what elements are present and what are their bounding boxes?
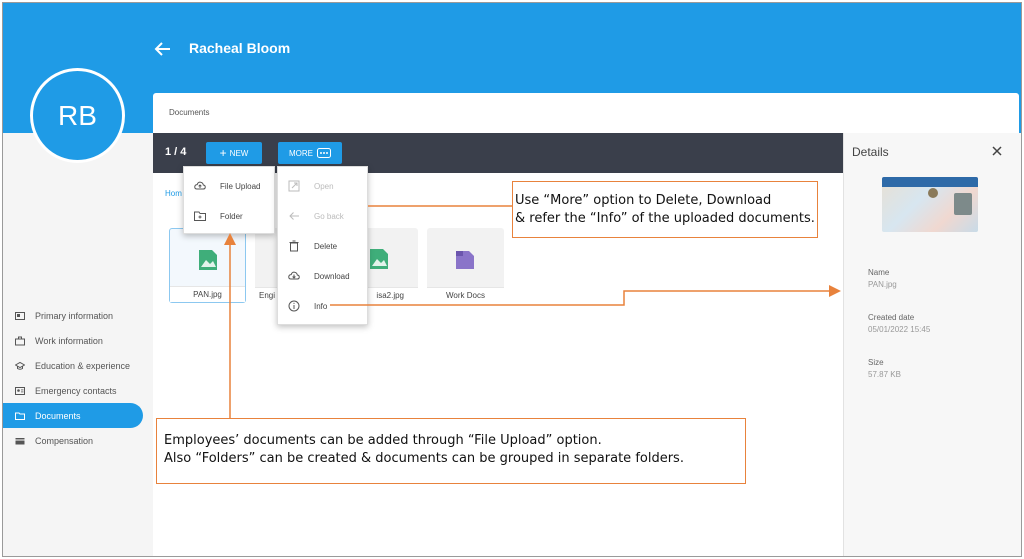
- more-button[interactable]: MORE: [278, 142, 342, 164]
- sidebar-item-label: Work information: [35, 335, 103, 346]
- more-dots-icon: [317, 148, 331, 158]
- detail-size-value: 57.87 KB: [868, 370, 901, 379]
- file-tile-pan[interactable]: PAN.jpg: [169, 228, 246, 303]
- sidebar-item-compensation[interactable]: Compensation: [3, 428, 153, 453]
- menu-item-label: Delete: [314, 241, 338, 251]
- sidebar-nav: Primary information Work information Edu…: [3, 303, 153, 453]
- detail-created-label: Created date: [868, 313, 915, 322]
- menu-item-download[interactable]: Download: [278, 261, 367, 291]
- thumbnail-photo: [954, 193, 972, 215]
- trash-icon: [289, 240, 299, 252]
- thumbnail-emblem: [928, 188, 938, 198]
- file-name: Work Docs: [427, 287, 504, 303]
- menu-item-delete[interactable]: Delete: [278, 231, 367, 261]
- folder-file-icon: [456, 251, 474, 269]
- callout-more-option: Use “More” option to Delete, Download & …: [512, 181, 818, 238]
- cloud-download-icon: [288, 271, 300, 280]
- avatar-initials: RB: [58, 99, 97, 131]
- employee-name: Racheal Bloom: [189, 40, 291, 56]
- sidebar: Primary information Work information Edu…: [3, 133, 153, 556]
- sidebar-item-documents[interactable]: Documents: [3, 403, 143, 428]
- plus-icon: +: [219, 146, 227, 160]
- sidebar-item-label: Documents: [35, 410, 81, 421]
- folder-icon: [15, 412, 25, 420]
- new-dropdown-menu: File Upload Folder: [183, 166, 275, 234]
- more-dropdown-menu: Open Go back Delete Download Info: [277, 166, 368, 325]
- contact-card-icon: [15, 386, 25, 395]
- briefcase-icon: [15, 336, 25, 345]
- close-icon[interactable]: [991, 145, 1003, 157]
- callout-more-line2: & refer the “Info” of the uploaded docum…: [515, 211, 815, 226]
- open-external-icon: [288, 180, 300, 192]
- sidebar-item-primary-information[interactable]: Primary information: [3, 303, 153, 328]
- details-panel: Details Name PAN.jpg Created date 05/01/…: [843, 133, 1021, 556]
- graduation-cap-icon: [15, 361, 25, 370]
- sidebar-item-label: Education & experience: [35, 360, 131, 371]
- sidebar-item-education[interactable]: Education & experience: [3, 353, 153, 378]
- sidebar-item-work-information[interactable]: Work information: [3, 328, 153, 353]
- new-button[interactable]: + NEW: [206, 142, 262, 164]
- sidebar-item-label: Emergency contacts: [35, 385, 117, 396]
- menu-item-label: File Upload: [220, 181, 261, 191]
- thumbnail-header-band: [882, 177, 978, 187]
- menu-item-file-upload[interactable]: File Upload: [184, 171, 274, 201]
- menu-item-go-back[interactable]: Go back: [278, 201, 367, 231]
- more-button-label: MORE: [289, 148, 313, 158]
- info-icon: [288, 300, 300, 312]
- callout-upload-line2: Also “Folders” can be created & document…: [164, 451, 684, 466]
- callout-file-upload: Employees’ documents can be added throug…: [156, 418, 746, 484]
- detail-name-value: PAN.jpg: [868, 280, 897, 289]
- avatar: RB: [30, 68, 125, 163]
- breadcrumb[interactable]: Hom: [165, 189, 182, 198]
- menu-item-label: Go back: [314, 211, 344, 221]
- new-button-label: NEW: [229, 148, 249, 158]
- menu-item-info[interactable]: Info: [278, 291, 367, 321]
- page-title: Documents: [169, 108, 210, 117]
- file-tile-work-docs[interactable]: Work Docs: [427, 228, 504, 303]
- menu-item-label: Open: [314, 181, 334, 191]
- detail-name-label: Name: [868, 268, 890, 277]
- menu-item-label: Download: [314, 271, 350, 281]
- wallet-icon: [15, 437, 25, 444]
- menu-item-label: Info: [314, 301, 328, 311]
- selection-counter: 1 / 4: [165, 146, 187, 158]
- menu-item-open[interactable]: Open: [278, 171, 367, 201]
- file-name: PAN.jpg: [170, 286, 245, 302]
- detail-created-value: 05/01/2022 15:45: [868, 325, 931, 334]
- detail-size-label: Size: [868, 358, 884, 367]
- sidebar-item-emergency-contacts[interactable]: Emergency contacts: [3, 378, 153, 403]
- sidebar-item-label: Compensation: [35, 435, 94, 446]
- image-file-icon: [370, 249, 388, 269]
- callout-upload-line1: Employees’ documents can be added throug…: [164, 433, 602, 448]
- sidebar-item-label: Primary information: [35, 310, 114, 321]
- documents-card-header: Documents: [153, 93, 1019, 133]
- document-thumbnail: [882, 177, 978, 232]
- image-file-icon: [199, 250, 217, 270]
- cloud-upload-icon: [194, 181, 206, 190]
- details-title: Details: [852, 145, 889, 159]
- menu-item-label: Folder: [220, 211, 243, 221]
- id-card-icon: [15, 311, 25, 320]
- callout-more-line1: Use “More” option to Delete, Download: [515, 193, 772, 208]
- menu-item-folder[interactable]: Folder: [184, 201, 274, 231]
- back-arrow-icon[interactable]: [153, 39, 173, 59]
- new-folder-icon: [194, 211, 206, 221]
- arrow-left-icon: [289, 212, 299, 220]
